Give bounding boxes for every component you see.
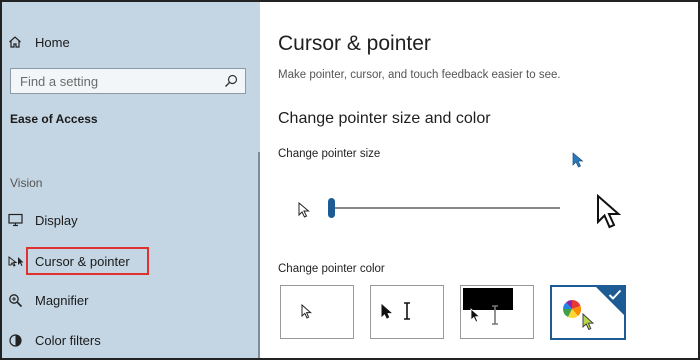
text-cursor-icon: [402, 302, 412, 325]
slider-thumb[interactable]: [328, 198, 335, 218]
selection-highlight-box: [26, 247, 149, 275]
section-title: Ease of Access: [10, 112, 98, 126]
black-pointer-icon: [381, 303, 393, 324]
page-description: Make pointer, cursor, and touch feedback…: [278, 69, 561, 81]
sidebar: Home Ease of Access Vision Display Curso…: [2, 2, 260, 358]
search-box: [10, 68, 246, 94]
white-pointer-icon: [301, 303, 313, 324]
search-input[interactable]: [20, 73, 220, 89]
pointer-color-option-white[interactable]: [280, 285, 354, 339]
pointer-color-option-inverted[interactable]: [460, 285, 534, 339]
sidebar-item-magnifier[interactable]: Magnifier: [8, 292, 88, 308]
sidebar-item-label: Magnifier: [35, 292, 89, 308]
sidebar-item-display[interactable]: Display: [8, 212, 78, 228]
settings-window: Home Ease of Access Vision Display Curso…: [0, 0, 700, 360]
checkmark-icon: [608, 288, 622, 300]
inverted-text-cursor-icon: [490, 305, 500, 330]
sidebar-item-label: Display: [35, 212, 78, 228]
group-label-vision: Vision: [10, 176, 43, 190]
small-pointer-icon: [298, 201, 311, 223]
display-icon: [8, 212, 26, 228]
search-icon[interactable]: [223, 73, 239, 89]
pointer-color-option-black[interactable]: [370, 285, 444, 339]
sidebar-item-label: Color filters: [35, 332, 101, 348]
pointer-size-slider[interactable]: [328, 198, 562, 218]
cursor-pointer-icon: [8, 253, 26, 269]
subsection-title: Change pointer size and color: [278, 110, 491, 127]
sidebar-item-home[interactable]: Home: [8, 34, 70, 50]
large-pointer-icon: [596, 193, 622, 235]
main-content: Cursor & pointer Make pointer, cursor, a…: [260, 2, 698, 358]
color-wheel-icon: [562, 299, 582, 324]
sidebar-item-color-filters[interactable]: Color filters: [8, 332, 101, 348]
sidebar-item-label: Home: [35, 34, 70, 50]
inverted-pointer-icon: [470, 308, 482, 328]
color-filters-icon: [8, 332, 26, 348]
inverted-sample-bar: [463, 288, 513, 310]
page-title: Cursor & pointer: [278, 32, 431, 55]
pointer-size-label: Change pointer size: [278, 148, 381, 160]
magnifier-icon: [8, 292, 26, 308]
custom-color-pointer-icon: [582, 312, 596, 336]
preview-cursor-icon: [572, 152, 586, 173]
pointer-color-option-custom[interactable]: [550, 285, 626, 340]
home-icon: [8, 34, 26, 50]
slider-track: [328, 207, 560, 209]
pointer-color-label: Change pointer color: [278, 263, 385, 275]
